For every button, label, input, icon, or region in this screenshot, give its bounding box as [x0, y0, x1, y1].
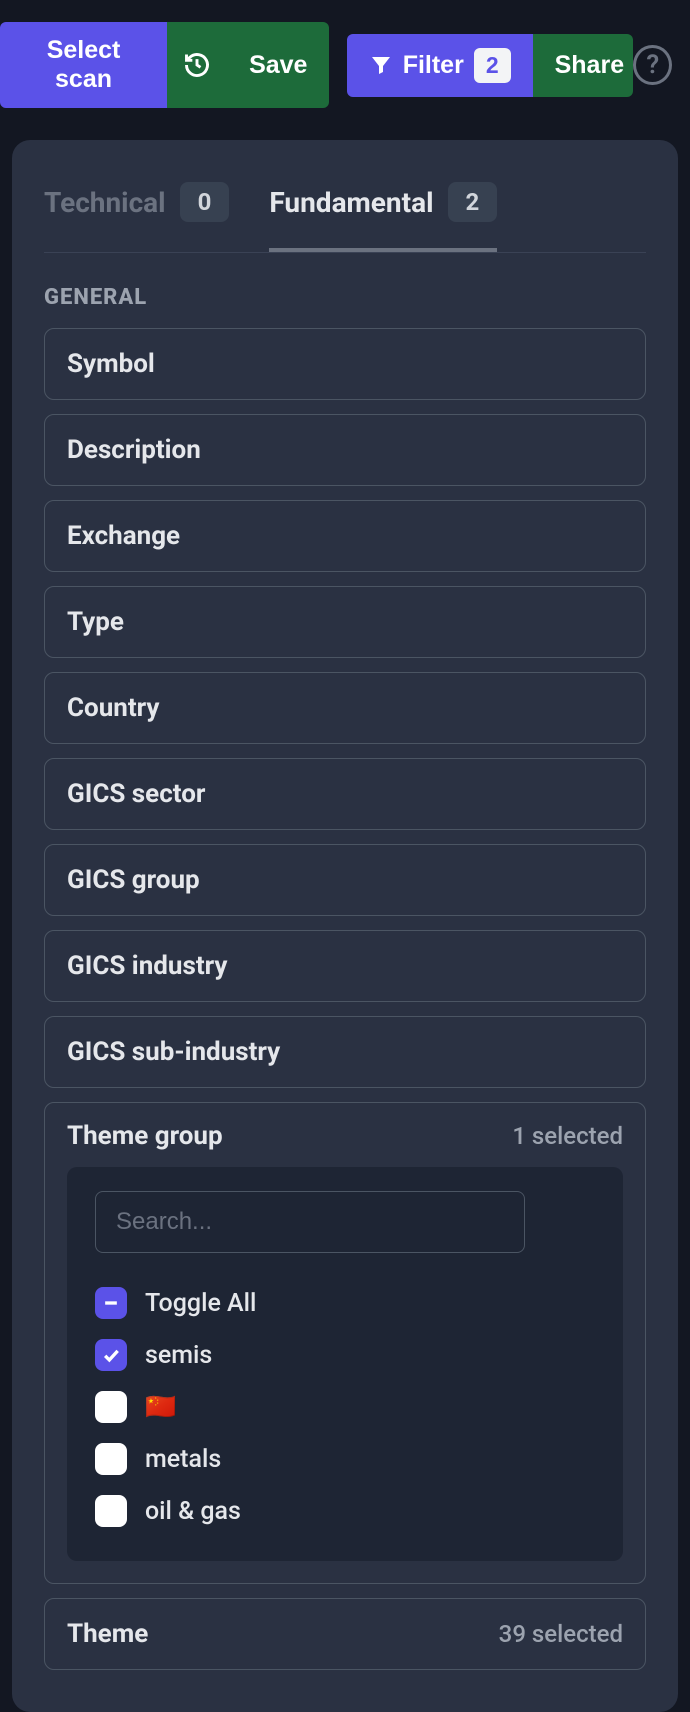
field-symbol[interactable]: Symbol [44, 328, 646, 400]
option-semis-label: semis [145, 1341, 212, 1370]
history-button[interactable] [167, 22, 227, 108]
field-theme[interactable]: Theme 39 selected [44, 1598, 646, 1670]
theme-group-dropdown: Toggle All semis 🇨🇳 metals oil & gas [67, 1167, 623, 1561]
tab-fundamental[interactable]: Fundamental 2 [269, 168, 497, 252]
filter-share-group: Filter 2 Share [347, 34, 634, 97]
tab-technical-count: 0 [180, 182, 230, 222]
field-type[interactable]: Type [44, 586, 646, 658]
tab-fundamental-label: Fundamental [269, 186, 433, 219]
filter-button[interactable]: Filter 2 [347, 34, 533, 97]
tab-technical-label: Technical [44, 186, 166, 219]
toolbar: Select scan Save Filter 2 Share ? [0, 0, 690, 130]
option-semis-checkbox[interactable] [95, 1339, 127, 1371]
tab-technical[interactable]: Technical 0 [44, 168, 229, 252]
minus-icon [101, 1293, 121, 1313]
option-oil-gas[interactable]: oil & gas [95, 1485, 595, 1537]
option-semis[interactable]: semis [95, 1329, 595, 1381]
theme-group-label: Theme group [67, 1121, 223, 1151]
field-country[interactable]: Country [44, 672, 646, 744]
option-metals-checkbox[interactable] [95, 1443, 127, 1475]
option-china[interactable]: 🇨🇳 [95, 1381, 595, 1433]
field-gics-sector[interactable]: GICS sector [44, 758, 646, 830]
field-theme-group: Theme group 1 selected Toggle All semis … [44, 1102, 646, 1584]
tabs: Technical 0 Fundamental 2 [44, 168, 646, 253]
help-icon: ? [646, 50, 659, 80]
field-gics-sub-industry[interactable]: GICS sub-industry [44, 1016, 646, 1088]
theme-group-selected-count: 1 selected [512, 1122, 623, 1150]
option-metals[interactable]: metals [95, 1433, 595, 1485]
theme-label: Theme [67, 1619, 148, 1649]
select-scan-button[interactable]: Select scan [0, 22, 167, 108]
help-button[interactable]: ? [633, 45, 672, 85]
field-gics-group[interactable]: GICS group [44, 844, 646, 916]
section-header-general: GENERAL [44, 285, 646, 310]
toggle-all-checkbox[interactable] [95, 1287, 127, 1319]
option-metals-label: metals [145, 1445, 221, 1474]
filter-icon [369, 53, 393, 77]
option-china-checkbox[interactable] [95, 1391, 127, 1423]
filter-label: Filter [403, 51, 464, 80]
option-oil-gas-label: oil & gas [145, 1497, 241, 1526]
filter-count-badge: 2 [474, 48, 511, 83]
theme-group-search-input[interactable] [95, 1191, 525, 1253]
tab-fundamental-count: 2 [448, 182, 498, 222]
field-description[interactable]: Description [44, 414, 646, 486]
field-gics-industry[interactable]: GICS industry [44, 930, 646, 1002]
option-china-label: 🇨🇳 [145, 1393, 176, 1422]
check-icon [101, 1345, 121, 1365]
option-oil-gas-checkbox[interactable] [95, 1495, 127, 1527]
toggle-all-option[interactable]: Toggle All [95, 1277, 595, 1329]
theme-group-header[interactable]: Theme group 1 selected [67, 1121, 623, 1151]
field-exchange[interactable]: Exchange [44, 500, 646, 572]
scan-group: Select scan Save [0, 22, 329, 108]
history-icon [183, 51, 211, 79]
share-button[interactable]: Share [533, 34, 634, 97]
toggle-all-label: Toggle All [145, 1289, 256, 1318]
save-button[interactable]: Save [227, 22, 329, 108]
theme-selected-count: 39 selected [499, 1620, 623, 1648]
filter-panel: Technical 0 Fundamental 2 GENERAL Symbol… [12, 140, 678, 1712]
